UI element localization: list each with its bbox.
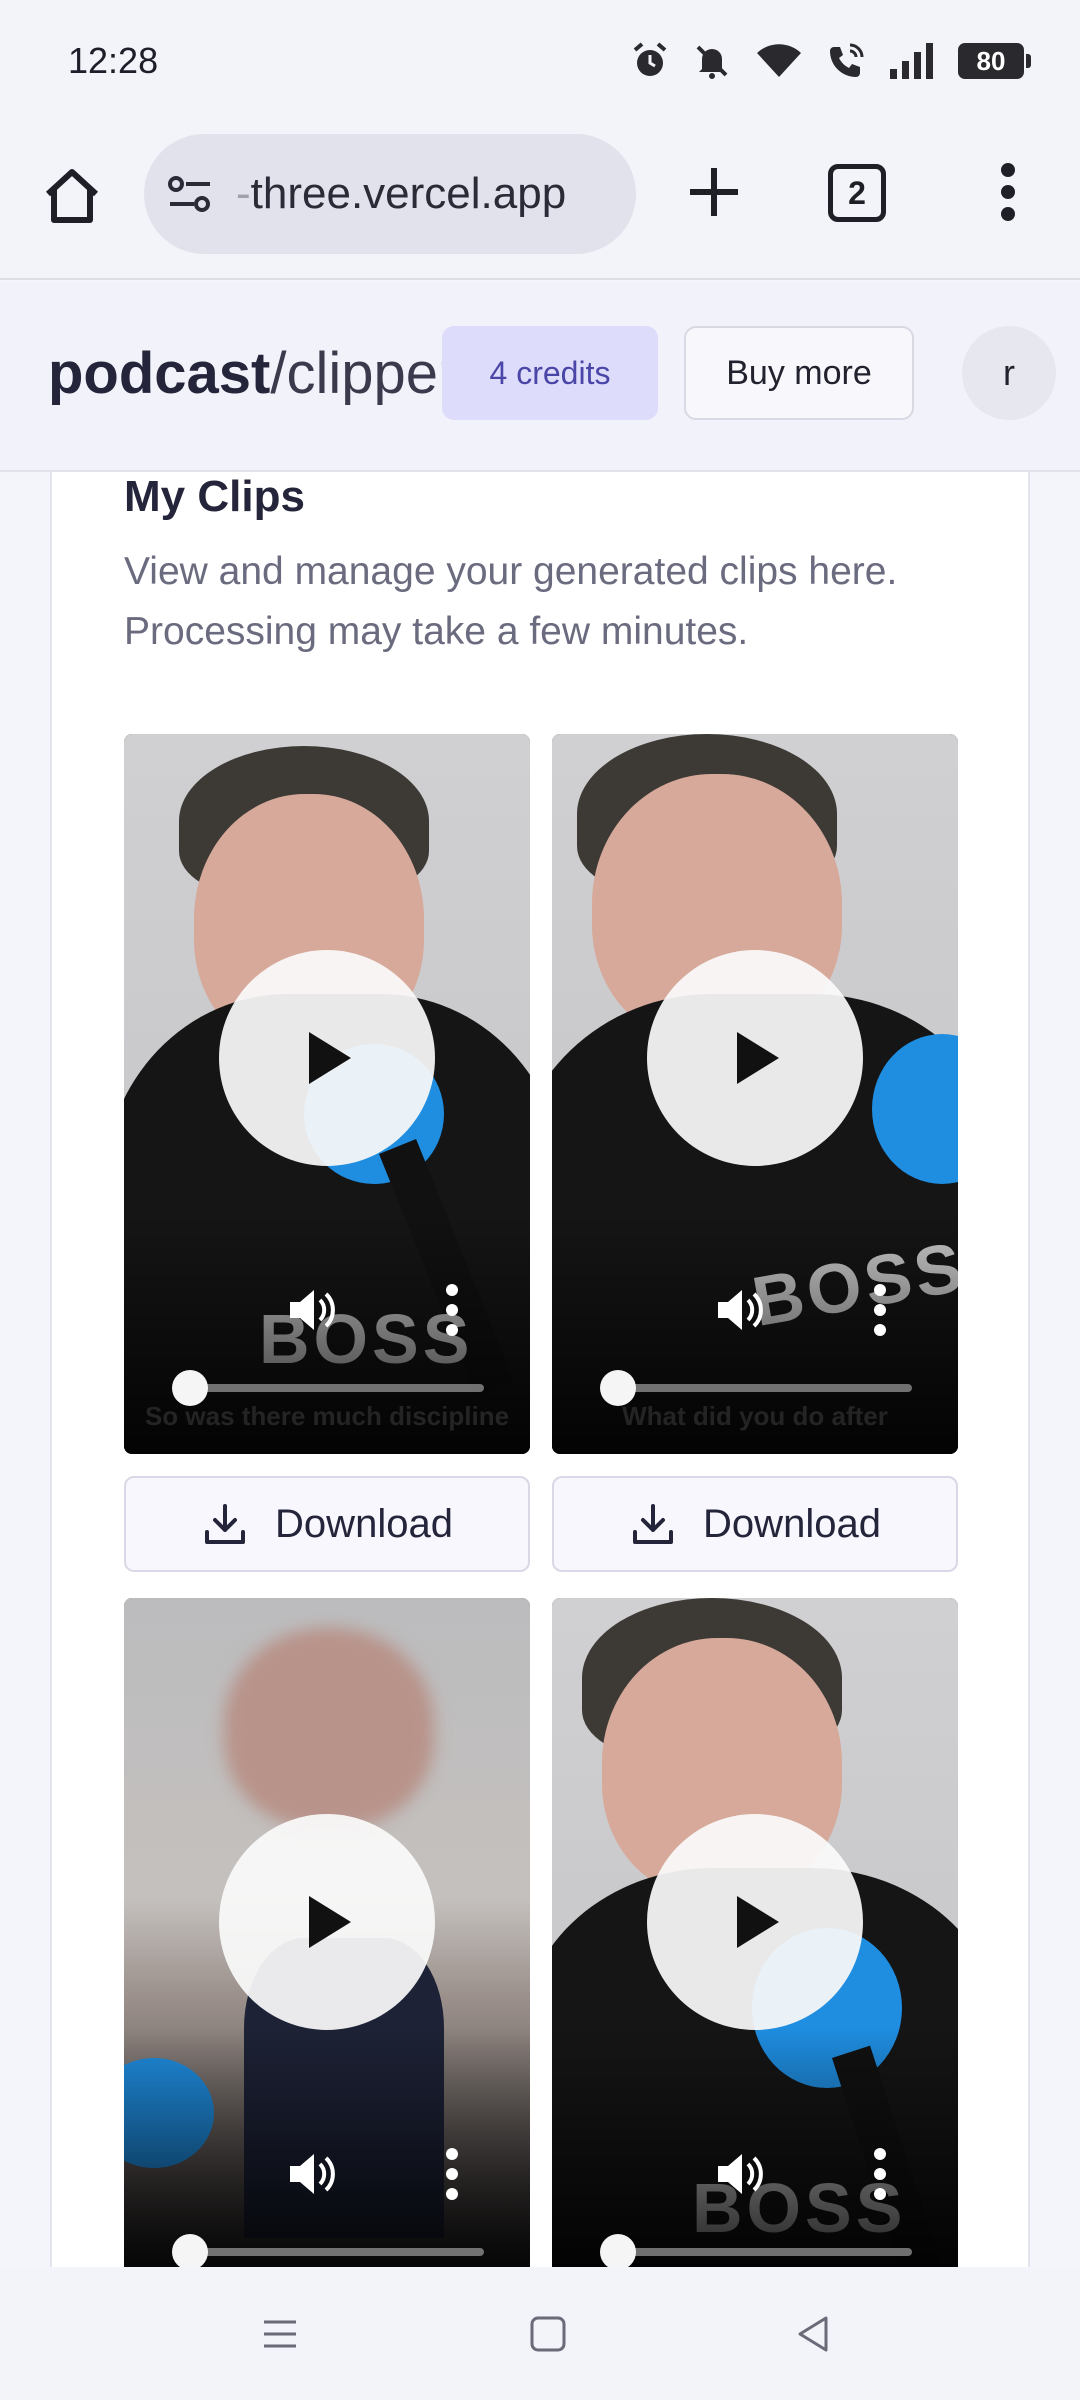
play-icon: [309, 1896, 351, 1948]
play-button[interactable]: [219, 1814, 435, 2030]
wifi-icon: [757, 44, 801, 77]
progress-track[interactable]: [188, 1384, 484, 1392]
clip-caption: What did you do after: [622, 1401, 888, 1431]
more-options-icon[interactable]: [442, 2146, 462, 2202]
page-description: View and manage your generated clips her…: [124, 550, 898, 653]
back-triangle-icon: [798, 2316, 828, 2352]
new-tab-button[interactable]: [678, 156, 750, 228]
progress-thumb[interactable]: [172, 2234, 208, 2267]
clip-video-4[interactable]: BOSS: [552, 1598, 958, 2267]
url-text: -three.vercel.app: [236, 169, 566, 219]
download-icon: [633, 1504, 674, 1544]
play-button[interactable]: [647, 1814, 863, 2030]
status-icons: 80: [630, 36, 1031, 86]
brand-bold: podcast: [48, 341, 271, 406]
battery-icon: 80: [958, 43, 1031, 79]
home-nav-button[interactable]: [520, 2306, 576, 2362]
status-bar: 12:28 80: [0, 0, 1080, 124]
square-icon: [530, 2316, 566, 2352]
back-button[interactable]: [786, 2306, 842, 2362]
credits-badge: 4 credits: [442, 326, 658, 420]
volume-icon[interactable]: [712, 2146, 768, 2202]
download-label: Download: [703, 1501, 881, 1546]
volume-icon[interactable]: [712, 1282, 768, 1338]
buy-more-button[interactable]: Buy more: [684, 326, 914, 420]
clip-caption: So was there much discipline: [144, 1401, 510, 1431]
app-header: podcast/clipper 4 credits Buy more r: [0, 282, 1080, 472]
more-options-icon[interactable]: [442, 1282, 462, 1338]
site-settings-icon[interactable]: [166, 170, 214, 218]
browser-menu-button[interactable]: [990, 156, 1026, 228]
volume-icon[interactable]: [284, 1282, 340, 1338]
play-icon: [737, 1032, 779, 1084]
progress-thumb[interactable]: [600, 1370, 636, 1406]
plus-icon: [690, 168, 738, 216]
home-icon: [45, 169, 99, 223]
progress-thumb[interactable]: [172, 1370, 208, 1406]
download-button[interactable]: Download: [552, 1476, 958, 1572]
brand-logo[interactable]: podcast/clipper: [48, 340, 457, 407]
browser-toolbar: -three.vercel.app 2: [0, 124, 1080, 280]
volume-icon[interactable]: [284, 2146, 340, 2202]
system-nav-bar: [0, 2268, 1080, 2400]
play-icon: [309, 1032, 351, 1084]
brand-light: /clipper: [270, 341, 458, 406]
clip-video-3[interactable]: [124, 1598, 530, 2267]
progress-thumb[interactable]: [600, 2234, 636, 2267]
home-button[interactable]: [36, 160, 108, 232]
progress-track[interactable]: [616, 2248, 912, 2256]
status-time: 12:28: [68, 40, 159, 81]
more-vert-icon: [1001, 163, 1015, 221]
download-label: Download: [275, 1501, 453, 1546]
url-host: three.vercel.app: [250, 169, 567, 218]
address-bar[interactable]: -three.vercel.app: [144, 134, 636, 254]
play-button[interactable]: [219, 950, 435, 1166]
download-button[interactable]: Download: [124, 1476, 530, 1572]
avatar[interactable]: r: [962, 326, 1056, 420]
clip-video-2[interactable]: BOSS What did you do after: [552, 734, 958, 1454]
play-button[interactable]: [647, 950, 863, 1166]
clips-card: My Clips View and manage your generated …: [50, 472, 1030, 2267]
download-icon: [205, 1504, 246, 1544]
more-options-icon[interactable]: [870, 1282, 890, 1338]
progress-track[interactable]: [188, 2248, 484, 2256]
progress-track[interactable]: [616, 1384, 912, 1392]
page-title: My Clips: [124, 472, 305, 521]
clip-video-1[interactable]: BOSS So was there much discipline: [124, 734, 530, 1454]
play-icon: [737, 1896, 779, 1948]
recents-button[interactable]: [252, 2306, 308, 2362]
signal-icon: [890, 43, 933, 79]
url-fade: -: [236, 169, 251, 218]
mute-icon: [696, 45, 728, 79]
more-options-icon[interactable]: [870, 2146, 890, 2202]
wifi-call-icon: [830, 43, 864, 77]
alarm-icon: [633, 42, 667, 76]
menu-lines-icon: [264, 2320, 296, 2348]
tab-switcher-button[interactable]: 2: [828, 164, 886, 222]
